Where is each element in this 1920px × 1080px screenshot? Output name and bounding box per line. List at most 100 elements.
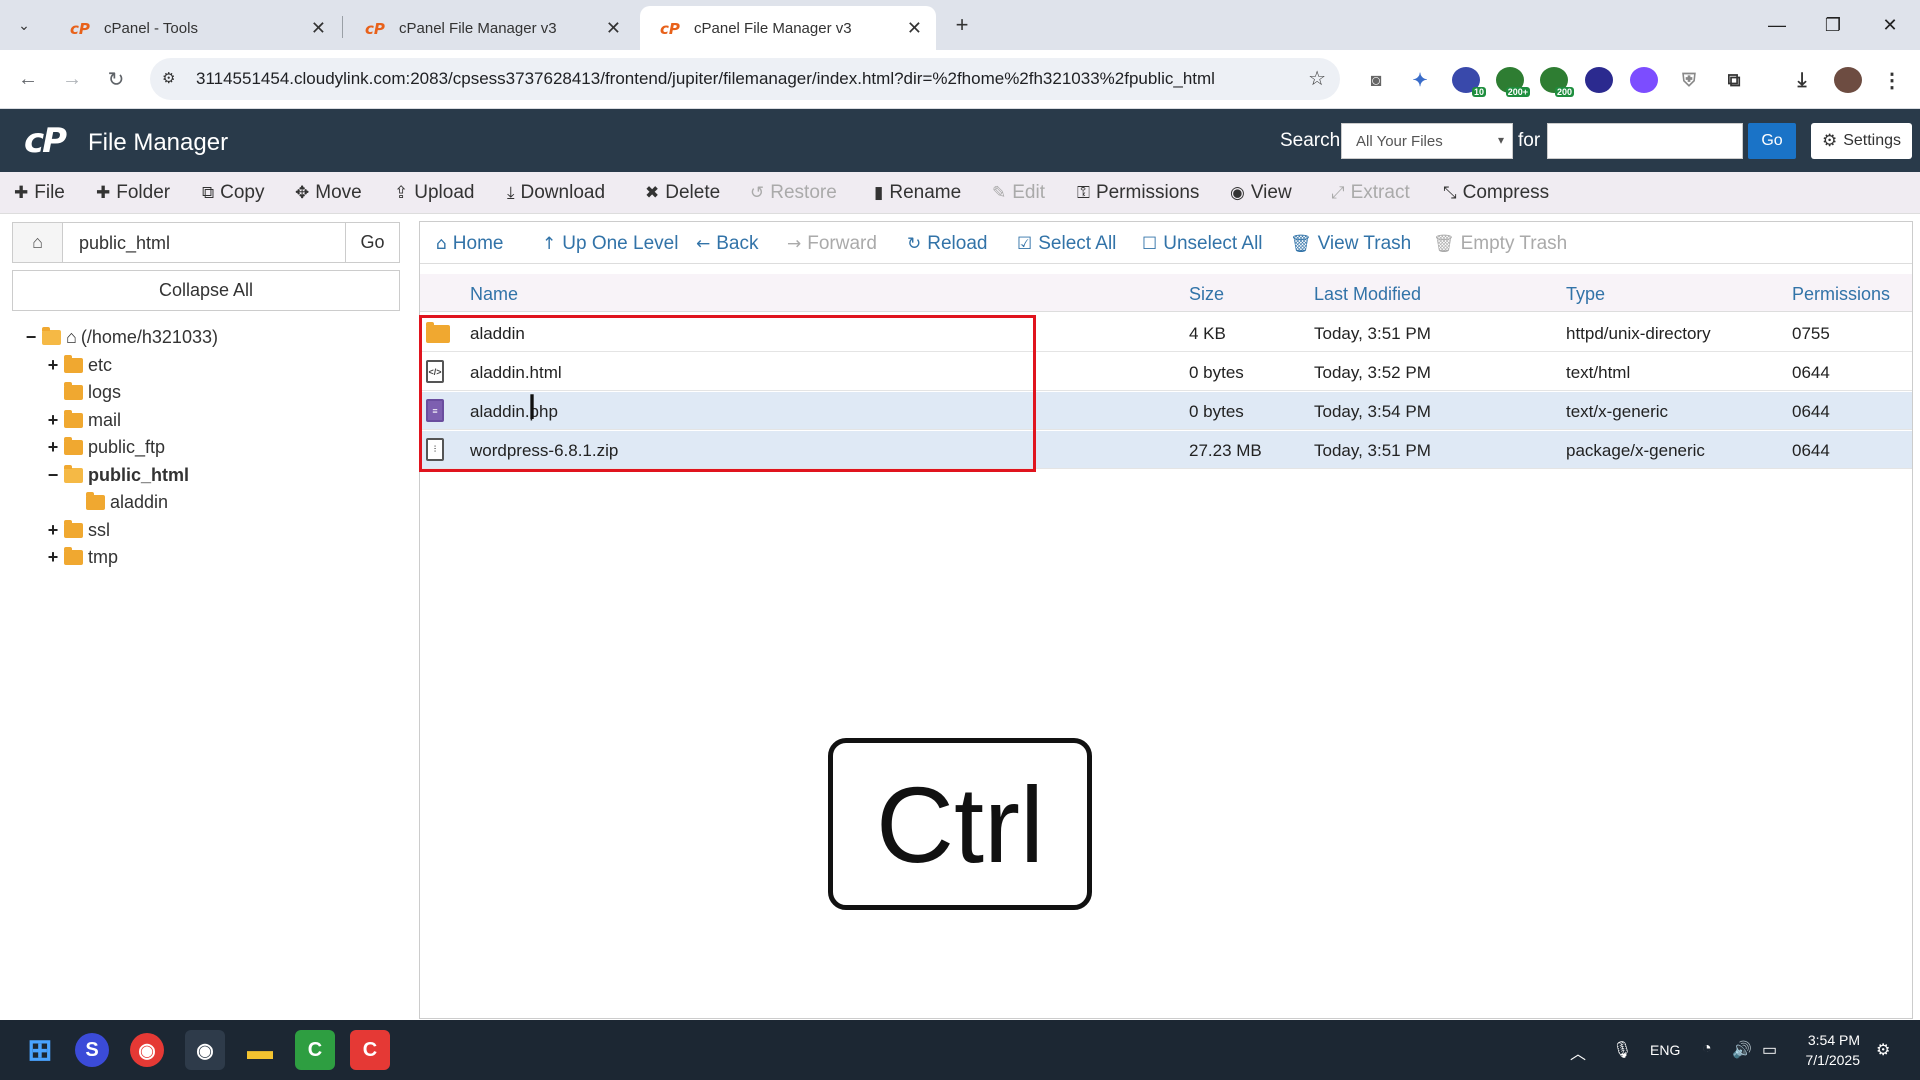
tree-item-etc[interactable]: + etc	[44, 352, 112, 378]
tree-item-public-ftp[interactable]: + public_ftp	[44, 434, 165, 460]
up-one-level-button[interactable]: ↑ Up One Level	[542, 233, 678, 255]
search-go-button[interactable]: Go	[1748, 123, 1796, 159]
close-tab-icon[interactable]: ✕	[311, 18, 326, 39]
file-name[interactable]: aladdin	[470, 324, 525, 344]
home-button[interactable]: ⌂ Home	[436, 233, 503, 255]
empty-trash-button[interactable]: 🗑 Empty Trash	[1433, 233, 1567, 255]
compress-button[interactable]: ⤡ Compress	[1443, 182, 1549, 204]
file-name[interactable]: aladdin.php	[470, 402, 558, 422]
notification-icon[interactable]: ⚙	[1876, 1040, 1890, 1060]
forward-button[interactable]: → Forward	[787, 233, 877, 255]
volume-icon[interactable]: 🔊	[1732, 1040, 1752, 1060]
new-tab-button[interactable]: +	[948, 12, 976, 38]
shield-icon[interactable]: ⛨	[1675, 67, 1703, 93]
address-bar[interactable]: ⚙ 3114551454.cloudylink.com:2083/cpsess3…	[150, 58, 1340, 100]
table-row-selected[interactable]: ⫶ wordpress-6.8.1.zip 27.23 MB Today, 3:…	[420, 431, 1912, 469]
edit-button[interactable]: ✎ Edit	[992, 182, 1045, 204]
unselect-all-button[interactable]: ☐ Unselect All	[1142, 233, 1263, 255]
view-trash-button[interactable]: 🗑 View Trash	[1290, 233, 1411, 255]
close-tab-icon[interactable]: ✕	[907, 18, 922, 39]
upload-button[interactable]: ⇪ Upload	[394, 182, 474, 204]
column-header-name[interactable]: Name	[470, 284, 518, 305]
tab-search-icon[interactable]: ⌄	[10, 12, 38, 38]
file-name[interactable]: aladdin.html	[470, 363, 562, 383]
extension-icon[interactable]	[1630, 67, 1658, 93]
file-name[interactable]: wordpress-6.8.1.zip	[470, 441, 618, 461]
extension-icon[interactable]: 10	[1452, 67, 1486, 97]
camera-icon[interactable]: ◙	[1362, 67, 1390, 93]
reload-icon[interactable]: ↻	[100, 64, 132, 94]
search-input[interactable]	[1547, 123, 1743, 159]
microphone-icon[interactable]: 🎙	[1612, 1040, 1632, 1060]
close-window-icon[interactable]: ✕	[1870, 10, 1910, 40]
puzzle-icon[interactable]: ⧉	[1720, 67, 1748, 93]
table-row-selected[interactable]: ≡ aladdin.php 0 bytes Today, 3:54 PM tex…	[420, 392, 1912, 430]
chevron-up-icon[interactable]: ︿	[1570, 1040, 1586, 1064]
restore-button[interactable]: ↺ Restore	[750, 182, 837, 204]
file-explorer-icon[interactable]: ▬	[240, 1030, 280, 1070]
restore-window-icon[interactable]: ❐	[1813, 10, 1853, 40]
language-indicator[interactable]: ENG	[1650, 1042, 1680, 1058]
collapse-all-button[interactable]: Collapse All	[12, 270, 400, 311]
browser-tab-2[interactable]: cP cPanel File Manager v3 ✕	[345, 6, 635, 50]
avatar[interactable]	[1834, 67, 1862, 93]
reload-button[interactable]: ↻ Reload	[907, 233, 987, 255]
minimize-icon[interactable]: —	[1757, 10, 1797, 40]
table-row[interactable]: aladdin 4 KB Today, 3:51 PM httpd/unix-d…	[420, 314, 1912, 352]
app-red-icon[interactable]: C	[350, 1030, 390, 1070]
search-scope-select[interactable]: All Your Files ▾	[1341, 123, 1513, 159]
column-header-permissions[interactable]: Permissions	[1792, 284, 1890, 305]
table-row[interactable]: </> aladdin.html 0 bytes Today, 3:52 PM …	[420, 353, 1912, 391]
home-icon[interactable]: ⌂	[13, 223, 63, 262]
download-icon[interactable]: ⤓	[1788, 67, 1816, 93]
windows-start-icon[interactable]: ⊞	[20, 1030, 60, 1070]
expand-toggle-icon[interactable]: +	[44, 437, 62, 458]
extension-icon[interactable]: 200	[1540, 67, 1574, 97]
wifi-icon[interactable]: ◔	[1702, 1040, 1712, 1058]
back-button[interactable]: ← Back	[696, 233, 759, 255]
tree-item-aladdin[interactable]: aladdin	[66, 489, 168, 515]
copy-button[interactable]: ⧉ Copy	[202, 182, 265, 204]
app-s-icon[interactable]: S	[75, 1033, 109, 1067]
download-button[interactable]: ⤓ Download	[507, 182, 605, 204]
forward-arrow-icon[interactable]: →	[56, 64, 88, 94]
menu-kebab-icon[interactable]: ⋮	[1878, 67, 1906, 93]
collapse-toggle-icon[interactable]: −	[44, 465, 62, 486]
delete-button[interactable]: ✖ Delete	[645, 182, 720, 204]
collapse-toggle-icon[interactable]: −	[22, 327, 40, 348]
browser-tab-3-active[interactable]: cP cPanel File Manager v3 ✕	[640, 6, 936, 50]
permissions-button[interactable]: ⚿ Permissions	[1077, 182, 1199, 204]
bookmark-star-icon[interactable]: ☆	[1308, 66, 1326, 91]
wand-icon[interactable]: ✦	[1406, 67, 1434, 93]
select-all-button[interactable]: ☑ Select All	[1017, 233, 1116, 255]
view-button[interactable]: ◉ View	[1230, 182, 1292, 204]
app-green-icon[interactable]: C	[295, 1030, 335, 1070]
extract-button[interactable]: ⤢ Extract	[1331, 182, 1410, 204]
battery-icon[interactable]: ▭	[1762, 1040, 1777, 1060]
path-go-button[interactable]: Go	[345, 223, 399, 262]
cpanel-logo[interactable]: cP	[24, 121, 67, 161]
browser-tab-1[interactable]: cP cPanel - Tools ✕	[50, 6, 340, 50]
tree-item-ssl[interactable]: + ssl	[44, 517, 110, 543]
tree-item-mail[interactable]: + mail	[44, 407, 121, 433]
move-button[interactable]: ✥ Move	[295, 182, 362, 204]
expand-toggle-icon[interactable]: +	[44, 410, 62, 431]
column-header-modified[interactable]: Last Modified	[1314, 284, 1421, 305]
url-text[interactable]: 3114551454.cloudylink.com:2083/cpsess373…	[196, 69, 1215, 89]
extension-icon[interactable]	[1585, 67, 1613, 93]
close-tab-icon[interactable]: ✕	[606, 18, 621, 39]
site-info-icon[interactable]: ⚙	[162, 69, 175, 87]
expand-toggle-icon[interactable]: +	[44, 520, 62, 541]
chrome-icon[interactable]: ◉	[130, 1033, 164, 1067]
new-file-button[interactable]: ✚ File	[14, 182, 65, 204]
system-clock[interactable]: 3:54 PM 7/1/2025	[1780, 1030, 1861, 1070]
settings-button[interactable]: ⚙ Settings	[1811, 123, 1912, 159]
tree-item-home[interactable]: − ⌂ (/home/h321033)	[22, 324, 218, 350]
expand-toggle-icon[interactable]: +	[44, 355, 62, 376]
new-folder-button[interactable]: ✚ Folder	[96, 182, 170, 204]
path-input[interactable]: public_html	[79, 233, 170, 254]
tree-item-tmp[interactable]: + tmp	[44, 544, 118, 570]
expand-toggle-icon[interactable]: +	[44, 547, 62, 568]
back-arrow-icon[interactable]: ←	[12, 64, 44, 94]
chrome-active-icon[interactable]: ◉	[185, 1030, 225, 1070]
